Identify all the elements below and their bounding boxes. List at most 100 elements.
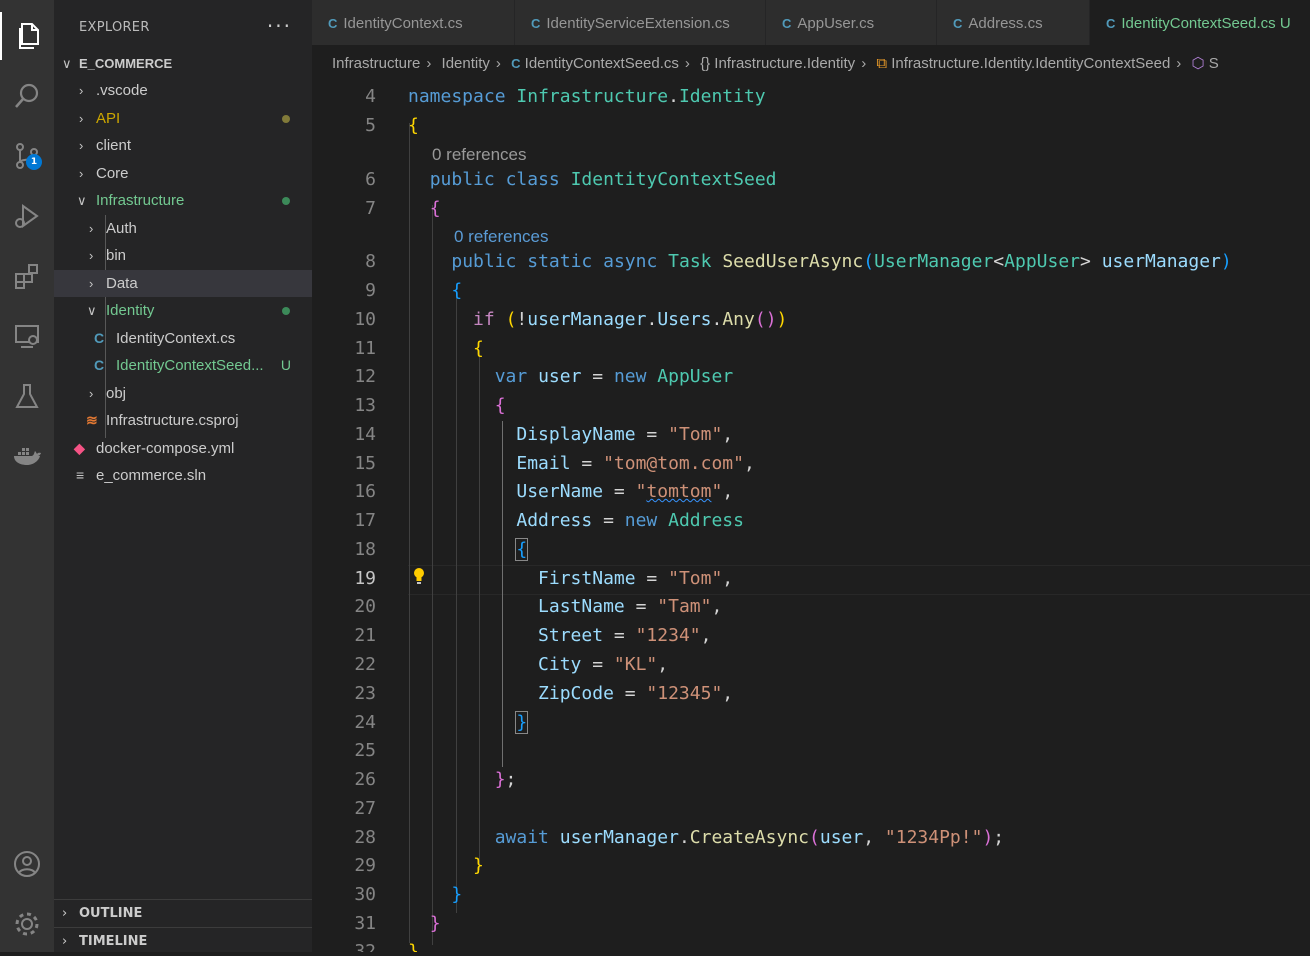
breadcrumb-item[interactable]: IdentityContextSeed.cs: [525, 55, 679, 72]
chevron-right-icon: ›: [861, 55, 867, 73]
breadcrumb-item[interactable]: Infrastructure: [332, 55, 420, 72]
chevron-right-icon: ›: [89, 248, 94, 263]
line-number: 10: [354, 309, 376, 330]
tree-item-csproj[interactable]: ≋ Infrastructure.csproj: [54, 407, 312, 434]
line-number: 7: [365, 198, 376, 219]
line-number: 12: [354, 366, 376, 387]
tree-item-api[interactable]: › API: [54, 105, 312, 132]
chevron-right-icon: ›: [79, 111, 84, 126]
chevron-right-icon: ›: [62, 906, 68, 921]
line-number: 17: [354, 510, 376, 531]
breadcrumb-item[interactable]: S: [1209, 55, 1219, 72]
docker-file-icon: ◆: [74, 440, 85, 456]
account-icon[interactable]: [0, 840, 54, 888]
more-actions-icon[interactable]: ···: [267, 14, 292, 38]
chevron-right-icon: ›: [89, 276, 94, 291]
breadcrumb-item[interactable]: {} Infrastructure.Identity: [700, 55, 855, 72]
line-number: 4: [365, 86, 376, 107]
code-editor[interactable]: 4 5 6 7 8 9 10 11 12 13 14 15 16 17 18 1…: [312, 83, 1310, 952]
codelens-references[interactable]: 0 references: [454, 227, 549, 247]
csharp-file-icon: C: [953, 16, 963, 31]
code-line: public class IdentityContextSeed: [429, 169, 777, 190]
chevron-down-icon: ∨: [77, 193, 87, 208]
line-number: 22: [354, 654, 376, 675]
code-line: UserName = "tomtom",: [516, 481, 734, 502]
code-line: await userManager.CreateAsync(user, "123…: [494, 827, 1005, 848]
tree-item-sln[interactable]: ≡ e_commerce.sln: [54, 462, 312, 489]
line-number: 25: [354, 740, 376, 761]
tab-identitycontextseed[interactable]: C IdentityContextSeed.cs U: [1090, 0, 1310, 45]
line-number: 15: [354, 453, 376, 474]
tab-appuser[interactable]: C AppUser.cs: [766, 0, 937, 45]
tree-item-core[interactable]: › Core: [54, 160, 312, 187]
run-debug-icon[interactable]: [0, 192, 54, 240]
line-number: 21: [354, 625, 376, 646]
workspace-root[interactable]: ∨ E_COMMERCE: [54, 50, 312, 77]
csharp-file-icon: C: [94, 330, 105, 346]
line-number: 32: [354, 941, 376, 952]
csharp-file-icon: C: [531, 16, 541, 31]
tree-item-docker-compose[interactable]: ◆ docker-compose.yml: [54, 435, 312, 462]
code-line: }: [451, 884, 463, 905]
csharp-file-icon: C: [782, 16, 792, 31]
tree-item-infrastructure[interactable]: ∨ Infrastructure: [54, 187, 312, 214]
modified-dot: [282, 307, 290, 315]
tree-item-vscode[interactable]: › .vscode: [54, 77, 312, 104]
search-icon[interactable]: [0, 72, 54, 120]
class-icon: ⧉: [876, 55, 888, 73]
code-line: }: [473, 855, 484, 876]
modified-dot: [282, 115, 290, 123]
code-line: LastName = "Tam",: [538, 596, 723, 617]
chevron-right-icon: ›: [684, 55, 690, 73]
tree-item-client[interactable]: › client: [54, 132, 312, 159]
code-line: var user = new AppUser: [494, 366, 734, 387]
tab-identityserviceextension[interactable]: C IdentityServiceExtension.cs: [515, 0, 766, 45]
codelens-references[interactable]: 0 references: [432, 145, 527, 165]
source-control-badge: 1: [26, 154, 42, 170]
testing-icon[interactable]: [0, 372, 54, 420]
chevron-right-icon: ›: [1176, 55, 1182, 73]
extensions-icon[interactable]: [0, 252, 54, 300]
outline-section[interactable]: › OUTLINE: [54, 899, 312, 928]
line-number: 28: [354, 827, 376, 848]
csharp-file-icon: C: [328, 16, 338, 31]
tree-item-identity[interactable]: ∨ Identity: [54, 297, 312, 324]
activity-bar: 1: [0, 0, 54, 952]
explorer-icon[interactable]: [0, 12, 54, 60]
line-number: 6: [365, 169, 376, 190]
explorer-sidebar: EXPLORER ··· ∨ E_COMMERCE › .vscode › AP…: [54, 0, 312, 952]
code-line: {: [494, 395, 506, 416]
tree-item-identitycontextseed[interactable]: C IdentityContextSeed... U: [54, 352, 312, 379]
code-line: };: [494, 769, 517, 790]
tab-address[interactable]: C Address.cs: [937, 0, 1090, 45]
tree-item-obj[interactable]: › obj: [54, 380, 312, 407]
line-number: 30: [354, 884, 376, 905]
breadcrumb-item[interactable]: Identity: [442, 55, 490, 72]
editor-tabs: C IdentityContext.cs C IdentityServiceExte…: [312, 0, 1310, 45]
csharp-file-icon: C: [511, 56, 521, 72]
chevron-right-icon: ›: [79, 83, 84, 98]
source-control-icon[interactable]: 1: [0, 132, 54, 180]
chevron-right-icon: ›: [495, 55, 501, 73]
line-number: 20: [354, 596, 376, 617]
tree-item-identitycontext[interactable]: C IdentityContext.cs: [54, 325, 312, 352]
tree-item-bin[interactable]: › bin: [54, 242, 312, 269]
docker-icon[interactable]: [0, 432, 54, 480]
tree-item-auth[interactable]: › Auth: [54, 215, 312, 242]
chevron-right-icon: ›: [79, 166, 84, 181]
csharp-file-icon: C: [1106, 16, 1116, 31]
tree-item-data[interactable]: › Data: [54, 270, 312, 297]
line-number: 24: [354, 712, 376, 733]
code-line: DisplayName = "Tom",: [516, 424, 734, 445]
code-line: {: [515, 538, 529, 561]
tab-identitycontext[interactable]: C IdentityContext.cs: [312, 0, 515, 45]
breadcrumb: Infrastructure › Identity › C IdentityCont…: [312, 45, 1310, 83]
breadcrumb-item[interactable]: Infrastructure.Identity.IdentityContextS…: [891, 55, 1170, 72]
code-line: Address = new Address: [516, 510, 744, 531]
remote-explorer-icon[interactable]: [0, 312, 54, 360]
chevron-right-icon: ›: [426, 55, 432, 73]
code-line: {: [429, 198, 441, 219]
line-number: 11: [354, 338, 376, 359]
settings-gear-icon[interactable]: [0, 900, 54, 948]
explorer-title: EXPLORER: [79, 20, 150, 35]
